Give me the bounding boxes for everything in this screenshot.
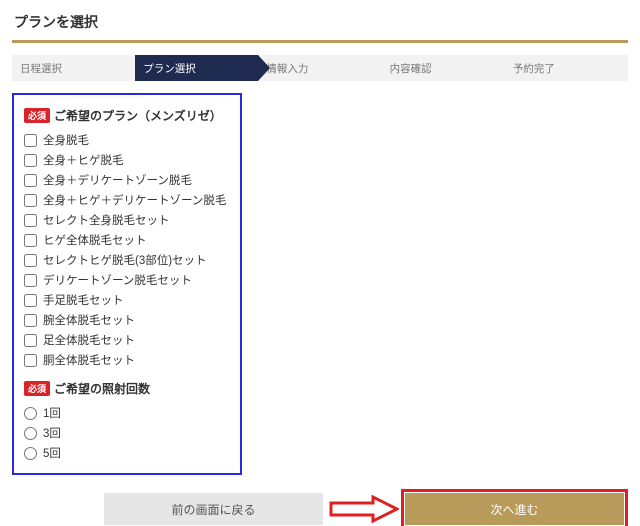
plan-checkbox[interactable] [24, 294, 37, 307]
step-info: 情報入力 [258, 55, 381, 81]
plan-section-head: 必須 ご希望のプラン（メンズリゼ） [24, 107, 230, 124]
plan-option-label: セレクト全身脱毛セット [43, 212, 170, 228]
plan-option-label: 全身＋ヒゲ脱毛 [43, 152, 124, 168]
back-button[interactable]: 前の画面に戻る [104, 493, 323, 525]
plan-option-label: デリケートゾーン脱毛セット [43, 272, 192, 288]
plan-option[interactable]: セレクト全身脱毛セット [24, 210, 230, 230]
sessions-section-title: ご希望の照射回数 [54, 380, 150, 397]
sessions-radio[interactable] [24, 407, 37, 420]
plan-checkbox[interactable] [24, 174, 37, 187]
plan-checkbox[interactable] [24, 254, 37, 267]
page-title: プランを選択 [12, 8, 628, 40]
sessions-option[interactable]: 1回 [24, 403, 230, 423]
plan-checkbox[interactable] [24, 194, 37, 207]
plan-option[interactable]: 全身脱毛 [24, 130, 230, 150]
plan-checkbox[interactable] [24, 134, 37, 147]
plan-option[interactable]: 腕全体脱毛セット [24, 310, 230, 330]
required-badge: 必須 [24, 381, 50, 396]
plan-checkbox[interactable] [24, 154, 37, 167]
plan-option-label: 足全体脱毛セット [43, 332, 135, 348]
step-done: 予約完了 [505, 55, 628, 81]
plan-option-list: 全身脱毛 全身＋ヒゲ脱毛 全身＋デリケートゾーン脱毛 全身＋ヒゲ＋デリケートゾー… [24, 130, 230, 370]
plan-option-label: 胴全体脱毛セット [43, 352, 135, 368]
plan-option-label: 手足脱毛セット [43, 292, 124, 308]
plan-option[interactable]: 足全体脱毛セット [24, 330, 230, 350]
plan-option[interactable]: 全身＋ヒゲ＋デリケートゾーン脱毛 [24, 190, 230, 210]
plan-section-title: ご希望のプラン（メンズリゼ） [54, 107, 222, 124]
plan-option-label: ヒゲ全体脱毛セット [43, 232, 147, 248]
sessions-radio[interactable] [24, 447, 37, 460]
sessions-option-label: 1回 [43, 405, 61, 421]
next-button[interactable]: 次へ進む [405, 493, 624, 525]
plan-checkbox[interactable] [24, 214, 37, 227]
plan-checkbox[interactable] [24, 354, 37, 367]
sessions-option-label: 5回 [43, 445, 61, 461]
plan-option-label: 腕全体脱毛セット [43, 312, 135, 328]
step-date: 日程選択 [12, 55, 135, 81]
plan-checkbox[interactable] [24, 314, 37, 327]
action-bar: 前の画面に戻る 次へ進む [12, 493, 628, 525]
sessions-option[interactable]: 5回 [24, 443, 230, 463]
plan-option[interactable]: 全身＋ヒゲ脱毛 [24, 150, 230, 170]
sessions-radio[interactable] [24, 427, 37, 440]
sessions-option[interactable]: 3回 [24, 423, 230, 443]
plan-option-label: 全身脱毛 [43, 132, 89, 148]
divider-gold [12, 40, 628, 43]
plan-option-label: 全身＋デリケートゾーン脱毛 [43, 172, 192, 188]
step-plan: プラン選択 [135, 55, 258, 81]
plan-option[interactable]: デリケートゾーン脱毛セット [24, 270, 230, 290]
plan-option-label: 全身＋ヒゲ＋デリケートゾーン脱毛 [43, 192, 226, 208]
plan-checkbox[interactable] [24, 234, 37, 247]
selection-panel: 必須 ご希望のプラン（メンズリゼ） 全身脱毛 全身＋ヒゲ脱毛 全身＋デリケートゾ… [12, 93, 242, 475]
plan-option[interactable]: 胴全体脱毛セット [24, 350, 230, 370]
plan-checkbox[interactable] [24, 334, 37, 347]
annotation-arrow-icon [329, 495, 399, 523]
sessions-option-list: 1回 3回 5回 [24, 403, 230, 463]
plan-option[interactable]: セレクトヒゲ脱毛(3部位)セット [24, 250, 230, 270]
plan-checkbox[interactable] [24, 274, 37, 287]
stepper: 日程選択 プラン選択 情報入力 内容確認 予約完了 [12, 55, 628, 81]
plan-option-label: セレクトヒゲ脱毛(3部位)セット [43, 252, 207, 268]
plan-option[interactable]: ヒゲ全体脱毛セット [24, 230, 230, 250]
required-badge: 必須 [24, 108, 50, 123]
step-confirm: 内容確認 [382, 55, 505, 81]
plan-option[interactable]: 手足脱毛セット [24, 290, 230, 310]
sessions-option-label: 3回 [43, 425, 61, 441]
sessions-section-head: 必須 ご希望の照射回数 [24, 380, 230, 397]
plan-option[interactable]: 全身＋デリケートゾーン脱毛 [24, 170, 230, 190]
